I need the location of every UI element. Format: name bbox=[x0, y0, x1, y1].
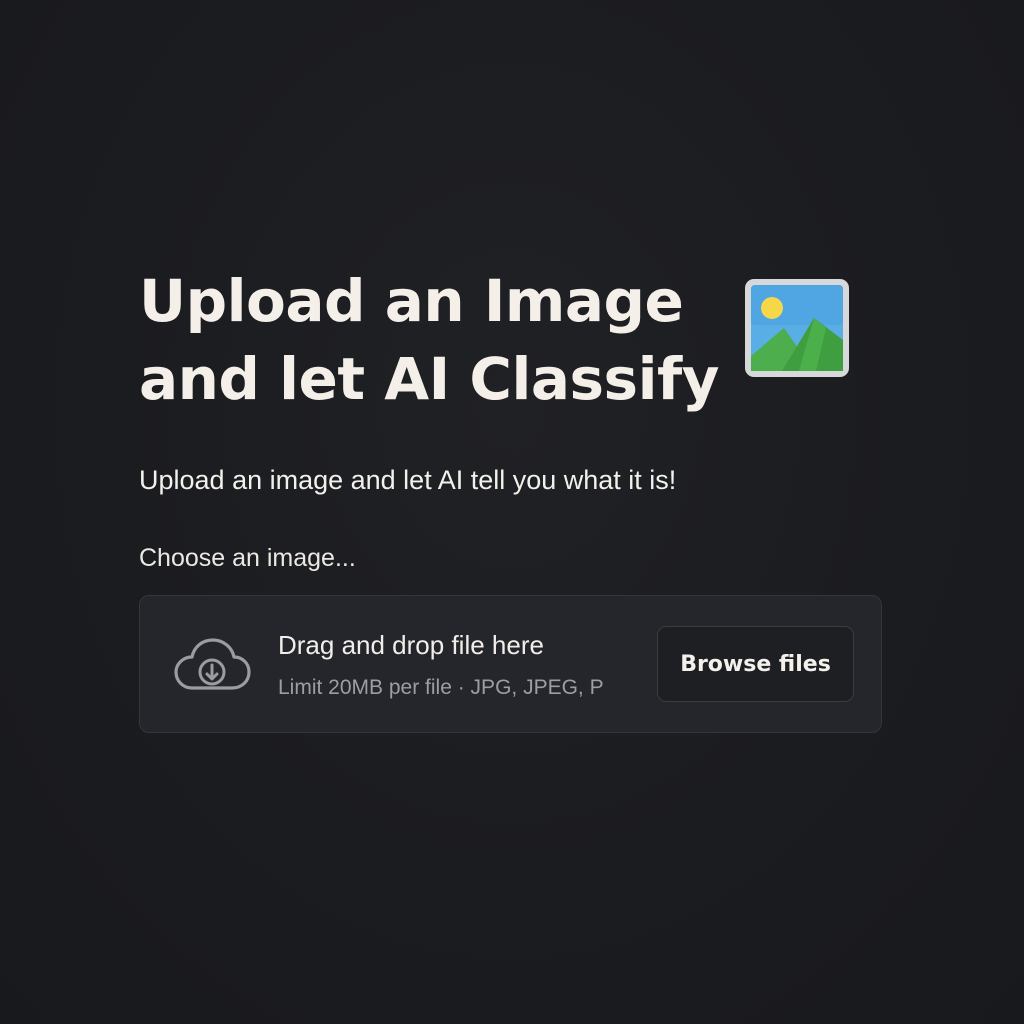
app-container: Upload an Image and let AI Classify Uplo… bbox=[139, 262, 884, 733]
page-subtitle: Upload an image and let AI tell you what… bbox=[139, 465, 677, 495]
browse-files-button[interactable]: Browse files bbox=[657, 626, 854, 702]
page-title-line-2: and let AI Classify bbox=[139, 345, 720, 413]
dropzone-title: Drag and drop file here bbox=[278, 630, 544, 660]
file-uploader-label: Choose an image... bbox=[139, 544, 356, 572]
cloud-download-icon bbox=[174, 638, 251, 690]
page-title: Upload an Image and let AI Classify bbox=[139, 262, 739, 418]
header: Upload an Image and let AI Classify bbox=[139, 262, 884, 432]
page-title-line-1: Upload an Image bbox=[139, 267, 684, 335]
file-dropzone[interactable]: Drag and drop file here Limit 20MB per f… bbox=[139, 595, 882, 733]
dropzone-limit-text: Limit 20MB per file · JPG, JPEG, P bbox=[278, 676, 604, 699]
framed-picture-icon bbox=[745, 279, 849, 377]
